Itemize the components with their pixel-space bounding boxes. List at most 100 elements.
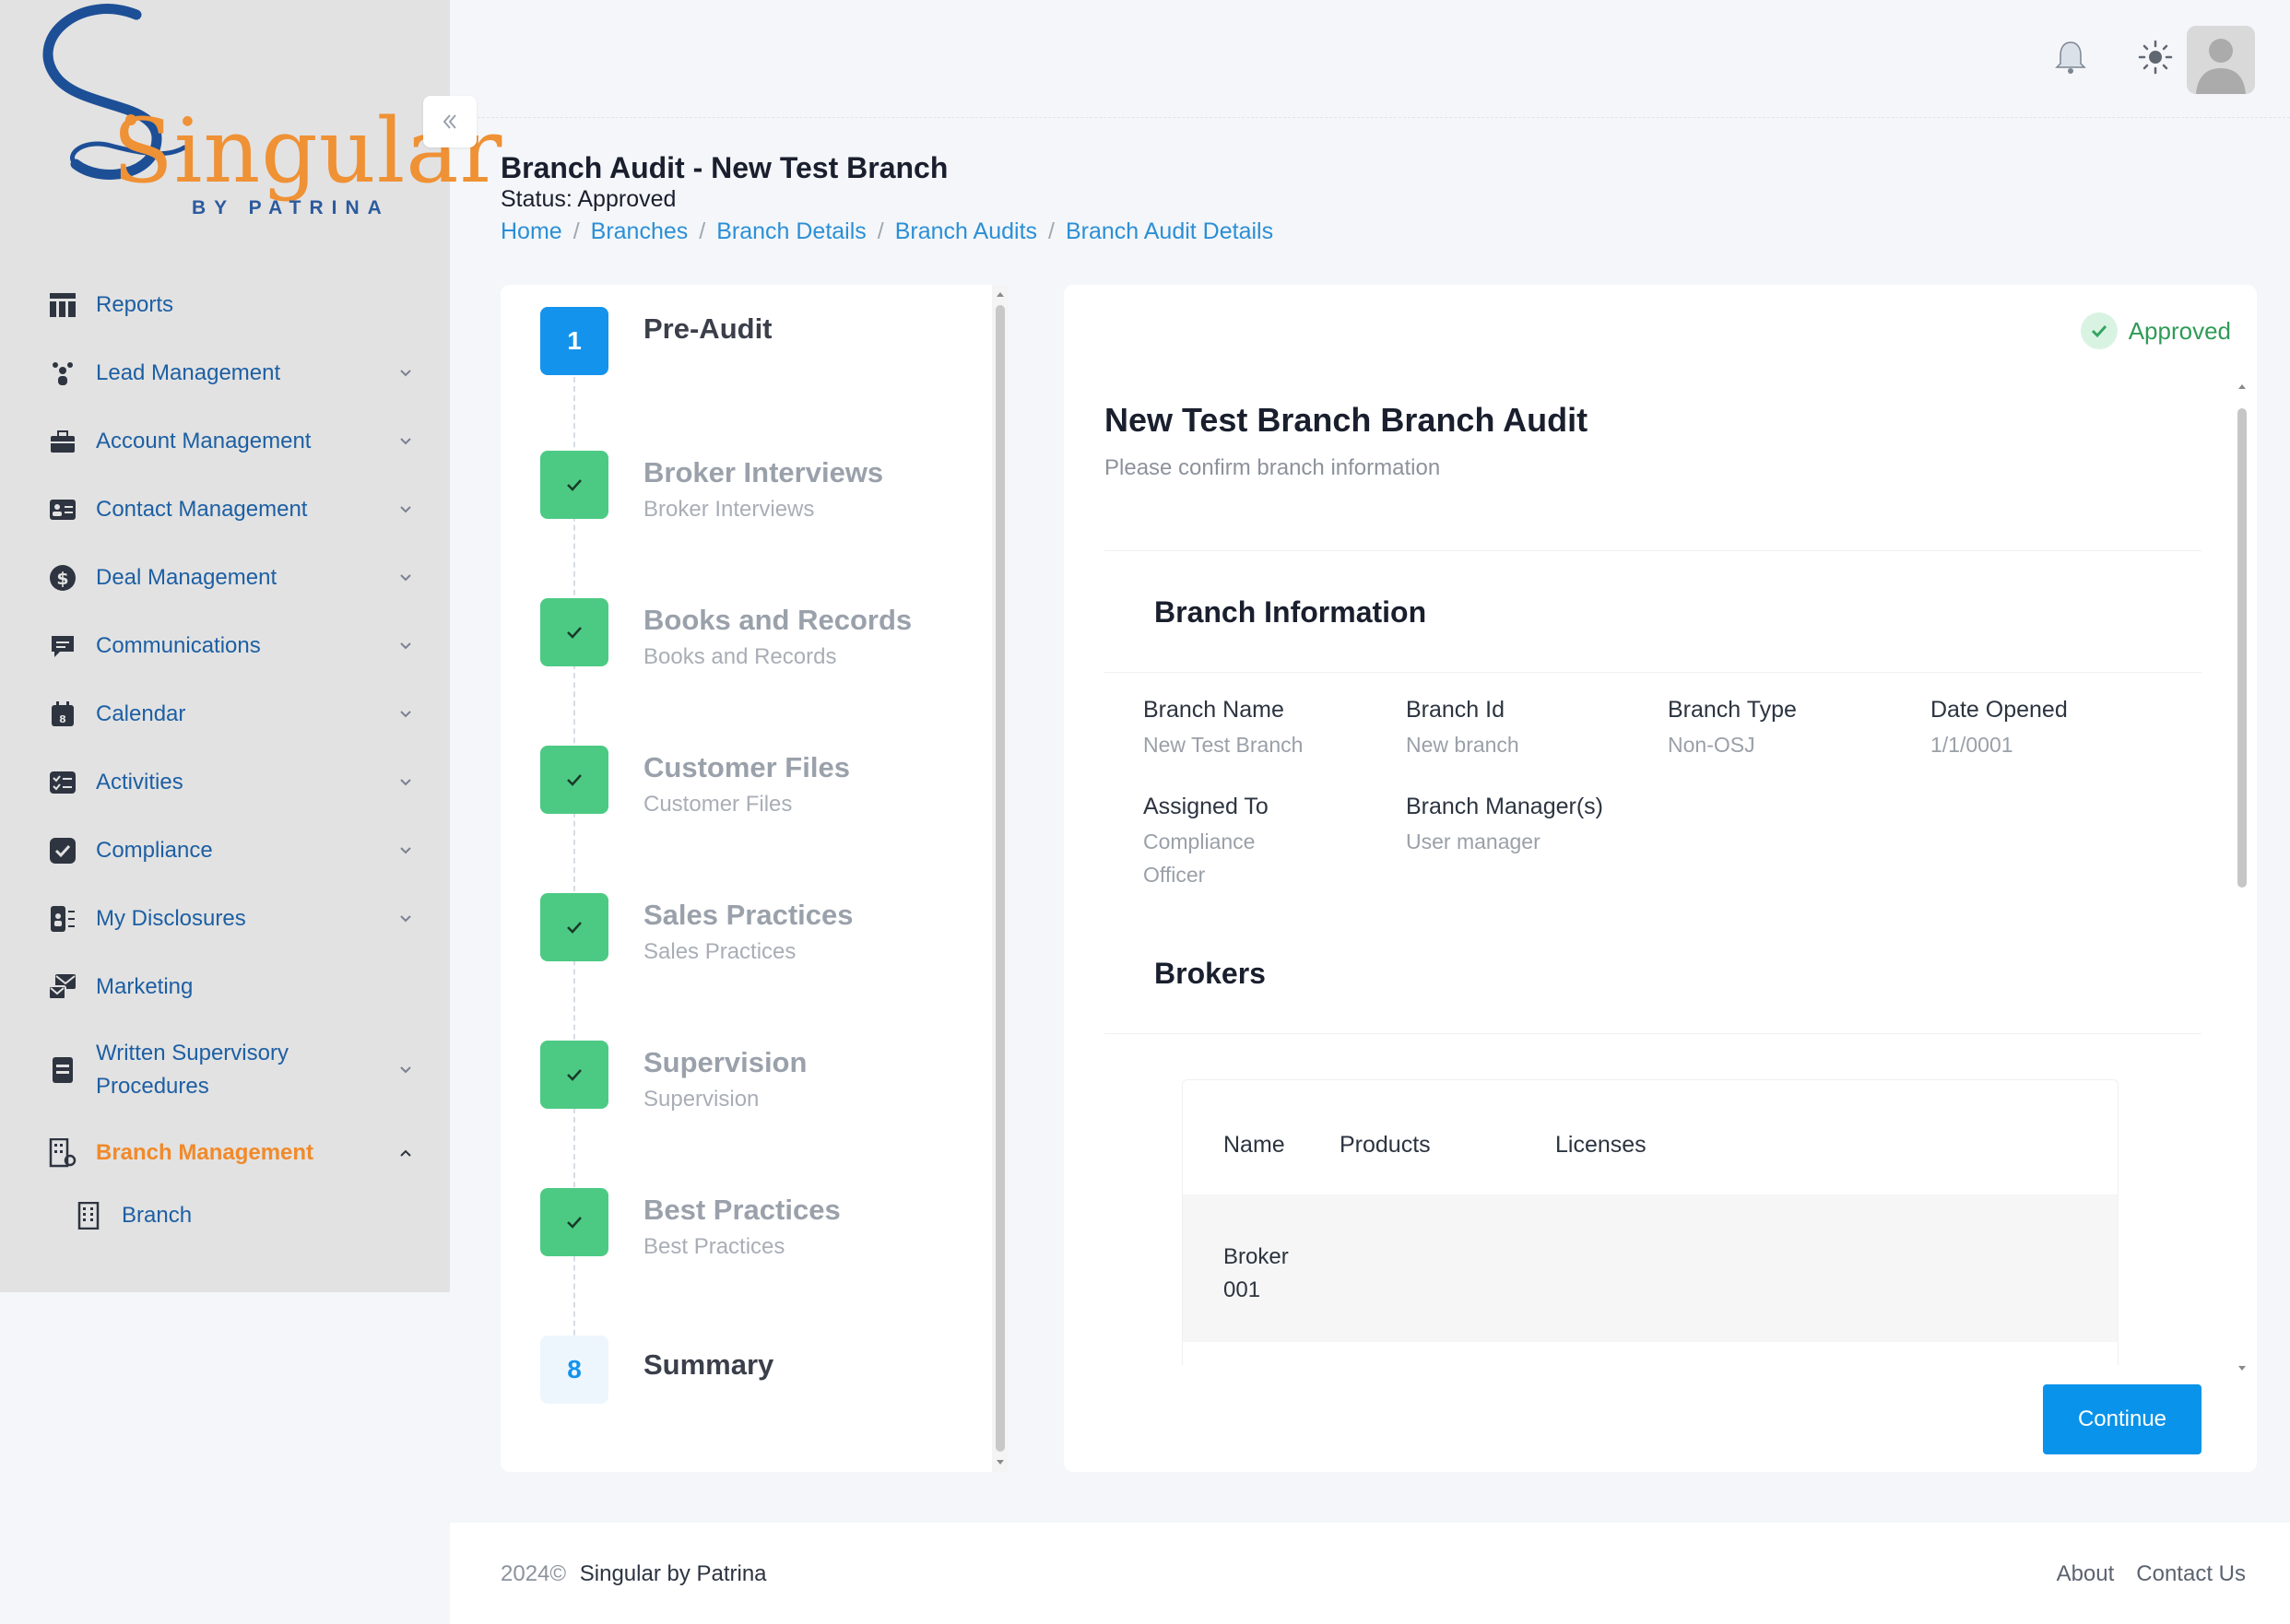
checkmark-icon bbox=[567, 1217, 582, 1229]
step-title: Pre-Audit bbox=[643, 312, 773, 345]
field-value-branch-name: New Test Branch bbox=[1143, 733, 1304, 757]
building-icon bbox=[74, 1201, 103, 1230]
chat-icon bbox=[48, 631, 77, 661]
sidebar-item-activities[interactable]: Activities bbox=[0, 748, 450, 817]
footer-links: About Contact Us bbox=[2057, 1561, 2246, 1587]
step-complete-badge bbox=[540, 746, 608, 814]
sidebar-item-written-supervisory-procedures[interactable]: Written Supervisory Procedures bbox=[0, 1021, 450, 1119]
sidebar: Singular BY PATRINA Reports Lead Managem… bbox=[0, 0, 502, 1292]
scrollbar-thumb[interactable] bbox=[2237, 408, 2247, 888]
chevron-down-icon bbox=[400, 1066, 411, 1074]
divider bbox=[1104, 550, 2201, 551]
checkmark-icon bbox=[567, 1069, 582, 1081]
sidebar-item-label: Communications bbox=[96, 633, 261, 658]
footer: 2024© Singular by Patrina About Contact … bbox=[450, 1523, 2290, 1624]
chevron-down-icon bbox=[400, 642, 411, 650]
divider bbox=[1104, 1033, 2201, 1034]
sidebar-item-label: My Disclosures bbox=[96, 906, 246, 931]
step-complete-badge bbox=[540, 1188, 608, 1256]
stepper-scrollbar[interactable] bbox=[992, 285, 1009, 1472]
step-subtitle: Sales Practices bbox=[643, 939, 797, 964]
card-scrollbar[interactable] bbox=[2235, 381, 2249, 1372]
branch-building-icon bbox=[48, 1138, 77, 1168]
step-complete-badge bbox=[540, 893, 608, 961]
theme-toggle-button[interactable] bbox=[2133, 35, 2178, 79]
footer-link-contact-us[interactable]: Contact Us bbox=[2136, 1561, 2246, 1587]
table-row[interactable]: Broker 001 bbox=[1183, 1194, 2118, 1342]
sidebar-item-calendar[interactable]: 8 Calendar bbox=[0, 680, 450, 748]
section-title-branch-information: Branch Information bbox=[1154, 595, 1427, 629]
user-avatar[interactable] bbox=[2187, 26, 2255, 94]
field-label-branch-id: Branch Id bbox=[1406, 697, 1505, 723]
sidebar-subitem-branch[interactable]: Branch bbox=[0, 1187, 450, 1244]
column-header-name[interactable]: Name bbox=[1223, 1132, 1285, 1159]
chevron-down-icon bbox=[400, 370, 411, 377]
lead-icon bbox=[48, 359, 77, 388]
approved-check-icon bbox=[2080, 312, 2118, 349]
disclosure-icon bbox=[48, 904, 77, 934]
breadcrumb-home[interactable]: Home bbox=[501, 218, 562, 245]
step-title: Broker Interviews bbox=[643, 456, 884, 488]
breadcrumb-separator: / bbox=[699, 218, 706, 244]
sidebar-item-compliance[interactable]: Compliance bbox=[0, 817, 450, 885]
breadcrumb-branch-audits[interactable]: Branch Audits bbox=[895, 218, 1037, 245]
sidebar-item-deal-management[interactable]: $ Deal Management bbox=[0, 544, 450, 612]
sidebar-item-label: Branch bbox=[122, 1203, 193, 1228]
step-title: Customer Files bbox=[643, 751, 850, 783]
sidebar-item-label: Lead Management bbox=[96, 360, 281, 385]
checkmark-icon bbox=[567, 627, 582, 639]
brand-logo[interactable]: Singular BY PATRINA bbox=[28, 0, 502, 230]
double-chevron-left-icon bbox=[443, 114, 456, 129]
scrollbar-thumb[interactable] bbox=[996, 305, 1005, 1452]
breadcrumb-branch-audit-details[interactable]: Branch Audit Details bbox=[1066, 218, 1273, 245]
field-label-branch-type: Branch Type bbox=[1668, 697, 1797, 723]
sidebar-item-my-disclosures[interactable]: My Disclosures bbox=[0, 885, 450, 953]
sidebar-item-label: Written Supervisory Procedures bbox=[96, 1041, 289, 1099]
sidebar-item-marketing[interactable]: Marketing bbox=[0, 953, 450, 1021]
chevron-down-icon bbox=[400, 915, 411, 923]
continue-button[interactable]: Continue bbox=[2043, 1384, 2201, 1454]
field-label-branch-managers: Branch Manager(s) bbox=[1406, 794, 1603, 819]
field-value-line: Compliance bbox=[1143, 830, 1256, 853]
footer-year: 2024© bbox=[501, 1561, 567, 1586]
sidebar-item-communications[interactable]: Communications bbox=[0, 612, 450, 680]
checkmark-icon bbox=[567, 774, 582, 786]
step-number-badge: 1 bbox=[540, 307, 608, 375]
breadcrumb-separator: / bbox=[877, 218, 884, 244]
contact-card-icon bbox=[48, 495, 77, 524]
sidebar-item-label: Reports bbox=[96, 292, 174, 317]
sidebar-item-account-management[interactable]: Account Management bbox=[0, 407, 450, 476]
field-value-branch-id: New branch bbox=[1406, 733, 1519, 757]
collapse-sidebar-button[interactable] bbox=[423, 96, 477, 147]
step-subtitle: Broker Interviews bbox=[643, 497, 815, 522]
sidebar-item-reports[interactable]: Reports bbox=[0, 271, 450, 339]
footer-link-about[interactable]: About bbox=[2057, 1561, 2115, 1587]
breadcrumb-branch-details[interactable]: Branch Details bbox=[716, 218, 867, 245]
notifications-button[interactable] bbox=[2048, 35, 2093, 79]
sidebar-item-label: Deal Management bbox=[96, 565, 277, 590]
svg-text:8: 8 bbox=[59, 713, 66, 725]
breadcrumb-branches[interactable]: Branches bbox=[591, 218, 689, 245]
sidebar-item-branch-management[interactable]: Branch Management bbox=[0, 1119, 450, 1187]
field-label-date-opened: Date Opened bbox=[1930, 697, 2068, 723]
chevron-down-icon bbox=[400, 779, 411, 786]
field-value-branch-type: Non-OSJ bbox=[1668, 733, 1755, 757]
cell-line: Broker bbox=[1223, 1244, 1289, 1269]
sidebar-item-contact-management[interactable]: Contact Management bbox=[0, 476, 450, 544]
column-header-licenses[interactable]: Licenses bbox=[1555, 1132, 1647, 1159]
status-label: Approved bbox=[2128, 316, 2231, 345]
check-square-icon bbox=[48, 836, 77, 865]
step-complete-badge bbox=[540, 1041, 608, 1109]
sidebar-item-label: Marketing bbox=[96, 974, 194, 999]
chevron-down-icon bbox=[400, 711, 411, 718]
step-title: Summary bbox=[643, 1348, 774, 1381]
scroll-up-arrow-icon bbox=[2238, 384, 2246, 389]
sidebar-item-lead-management[interactable]: Lead Management bbox=[0, 339, 450, 407]
column-header-products[interactable]: Products bbox=[1340, 1132, 1431, 1159]
top-bar bbox=[450, 0, 2290, 118]
brokers-table: Name Products Licenses Broker 001 bbox=[1182, 1079, 2119, 1365]
step-subtitle: Books and Records bbox=[643, 644, 837, 669]
chevron-down-icon bbox=[400, 438, 411, 445]
divider bbox=[1104, 672, 2201, 673]
card-heading: New Test Branch Branch Audit bbox=[1104, 401, 1588, 439]
